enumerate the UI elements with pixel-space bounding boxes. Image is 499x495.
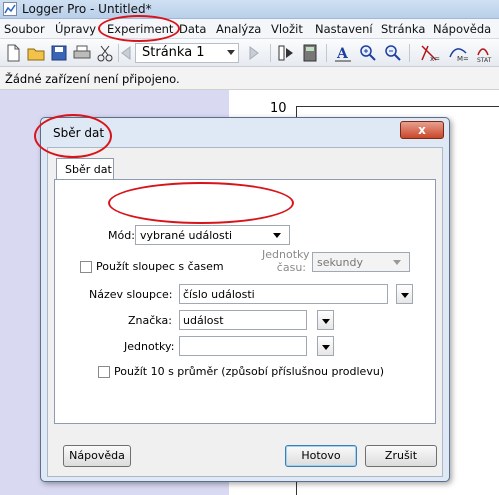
zoom-out-icon[interactable] [383, 43, 403, 63]
dialog-body: Sběr dat Mód: vybrané události Použít sl… [47, 147, 443, 477]
status-text: Žádné zařízení není připojeno. [5, 72, 180, 86]
examine-icon[interactable]: x= [420, 43, 440, 63]
menu-stranka[interactable]: Stránka [381, 22, 425, 36]
graph-y-tick [296, 106, 304, 107]
new-file-icon[interactable] [3, 43, 23, 63]
toolbar: Stránka 1 A x= M= STAT [0, 39, 499, 67]
logger-pro-logo-icon [3, 2, 17, 16]
toolbar-separator [270, 44, 271, 62]
menu-soubor[interactable]: Soubor [4, 22, 45, 36]
time-units-label-1: Jednotky [262, 248, 310, 261]
status-bar: Žádné zařízení není připojeno. [0, 67, 499, 90]
svg-text:STAT: STAT [477, 57, 492, 63]
zoom-in-icon[interactable] [358, 43, 378, 63]
chevron-down-icon [322, 345, 330, 350]
mode-label: Mód: [108, 229, 135, 242]
app-title: Logger Pro - Untitled* [22, 2, 152, 16]
menu-nastaveni[interactable]: Nastavení [315, 22, 373, 36]
chevron-down-icon [401, 293, 409, 298]
ok-button-label: Hotovo [301, 449, 341, 462]
tab-data-collection[interactable]: Sběr dat [56, 158, 114, 180]
save-icon[interactable] [49, 43, 69, 63]
cancel-button[interactable]: Zrušit [365, 445, 437, 467]
mode-select[interactable]: vybrané události [135, 225, 290, 245]
menu-napoveda[interactable]: Nápověda [433, 22, 491, 36]
menu-vlozit[interactable]: Vložit [271, 22, 303, 36]
average-label: Použít 10 s průměr (způsobí příslušnou p… [114, 365, 385, 378]
help-button-label: Nápověda [69, 449, 125, 462]
page-select-value: Stránka 1 [142, 45, 205, 60]
menu-experiment[interactable]: Experiment [107, 22, 173, 36]
short-name-field[interactable]: událost [179, 310, 307, 330]
svg-text:A: A [336, 46, 349, 62]
print-icon[interactable] [72, 43, 92, 63]
column-name-value: číslo události [183, 288, 255, 301]
chevron-down-icon [227, 50, 235, 55]
chevron-down-icon [393, 260, 401, 265]
short-name-dropdown[interactable] [317, 310, 334, 330]
ok-button[interactable]: Hotovo [285, 445, 357, 467]
units-field[interactable] [179, 336, 307, 356]
chevron-down-icon [322, 319, 330, 324]
tangent-icon[interactable]: M= [448, 43, 469, 63]
use-time-column-checkbox[interactable] [80, 261, 92, 273]
tab-label: Sběr dat [65, 163, 112, 176]
dialog-title: Sběr dat [53, 126, 105, 140]
close-icon: x [418, 123, 426, 137]
menu-bar: Soubor Úpravy Experiment Data Analýza Vl… [0, 19, 499, 39]
time-units-value: sekundy [317, 256, 363, 269]
use-time-column-label: Použít sloupec s časem [96, 260, 224, 273]
autoscale-icon[interactable]: A [333, 43, 353, 63]
svg-text:x=: x= [430, 55, 440, 63]
back-page-icon[interactable] [116, 43, 136, 63]
menu-upravy[interactable]: Úpravy [55, 22, 96, 36]
close-button[interactable]: x [400, 121, 444, 139]
short-name-label: Značka: [128, 314, 172, 327]
menu-data[interactable]: Data [179, 22, 206, 36]
average-checkbox[interactable] [98, 366, 110, 378]
page-select[interactable]: Stránka 1 [135, 43, 239, 63]
toolbar-separator [409, 44, 410, 62]
time-units-label-2: času: [276, 261, 306, 274]
forward-page-icon[interactable] [244, 43, 264, 63]
toolbar-separator [326, 44, 327, 62]
cancel-button-label: Zrušit [384, 449, 418, 462]
column-name-dropdown[interactable] [396, 284, 413, 304]
menu-analyza[interactable]: Analýza [216, 22, 261, 36]
time-units-select[interactable]: sekundy [312, 252, 410, 272]
short-name-value: událost [183, 314, 224, 327]
svg-text:M=: M= [457, 55, 468, 63]
mode-value: vybrané události [140, 229, 233, 242]
lab-instrument-icon[interactable] [300, 43, 320, 63]
chevron-down-icon [273, 233, 281, 238]
data-collection-dialog: Sběr dat x Sběr dat Mód: vybrané událost… [40, 117, 450, 482]
help-button[interactable]: Nápověda [63, 445, 131, 467]
graph-y-tick-label: 10 [270, 101, 287, 116]
data-browser-icon[interactable] [276, 43, 296, 63]
tab-panel: Mód: vybrané události Použít sloupec s č… [54, 179, 436, 424]
units-label: Jednotky: [124, 340, 175, 353]
app-title-bar: Logger Pro - Untitled* [0, 0, 499, 19]
open-folder-icon[interactable] [26, 43, 46, 63]
stats-icon[interactable]: STAT [476, 43, 496, 64]
column-name-label: Název sloupce: [89, 288, 173, 301]
cut-icon[interactable] [95, 43, 115, 63]
column-name-field[interactable]: číslo události [179, 284, 388, 304]
units-dropdown[interactable] [317, 336, 334, 356]
